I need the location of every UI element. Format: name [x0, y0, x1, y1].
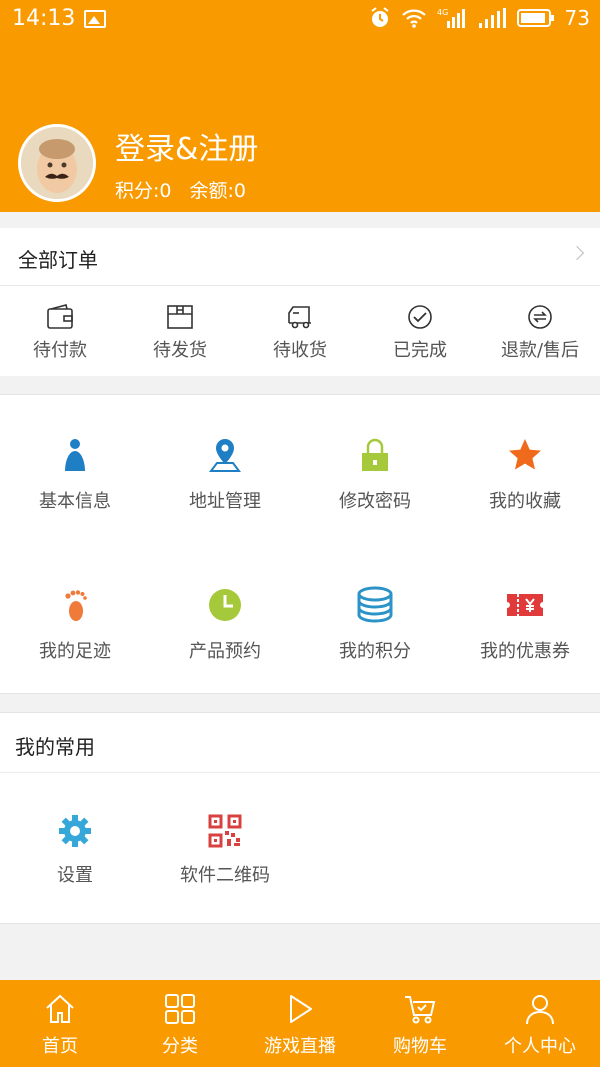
bottom-tab-bar: 首页 分类 游戏直播 购物车 个人中心: [0, 980, 600, 1067]
feature-change-password[interactable]: 修改密码: [300, 395, 450, 545]
all-orders-title: 全部订单: [18, 248, 98, 272]
order-status-label: 待付款: [33, 340, 87, 361]
feature-footprint[interactable]: 我的足迹: [0, 545, 150, 695]
feature-coupons[interactable]: 我的优惠券: [450, 545, 600, 695]
common-label: 设置: [57, 865, 93, 886]
order-status-label: 已完成: [393, 340, 447, 361]
order-pending-receipt[interactable]: 待收货: [240, 286, 360, 376]
qr-code-button[interactable]: 软件二维码: [150, 773, 300, 923]
location-pin-icon: [209, 439, 241, 472]
order-completed[interactable]: 已完成: [360, 286, 480, 376]
box-icon: [167, 305, 193, 329]
signal-icon: [478, 8, 506, 28]
tab-cart[interactable]: 购物车: [360, 980, 480, 1067]
footprint-icon: [65, 590, 87, 621]
grid-icon: [165, 994, 195, 1024]
balance-label: 余额:0: [189, 180, 247, 202]
wallet-icon: [47, 304, 73, 329]
feature-label: 我的优惠券: [480, 641, 570, 662]
feature-label: 基本信息: [39, 491, 111, 512]
tab-label: 分类: [162, 1036, 198, 1057]
wifi-icon: [401, 9, 426, 28]
tab-category[interactable]: 分类: [120, 980, 240, 1067]
star-icon: [509, 439, 541, 470]
common-section: 我的常用 设置 软件二维码: [0, 712, 600, 924]
feature-address[interactable]: 地址管理: [150, 395, 300, 545]
order-status-label: 待发货: [153, 340, 207, 361]
feature-label: 产品预约: [189, 641, 261, 662]
feature-label: 我的收藏: [489, 491, 561, 512]
cart-icon: [405, 996, 436, 1024]
chevron-right-icon: [569, 245, 585, 261]
order-pending-shipment[interactable]: 待发货: [120, 286, 240, 376]
feature-points[interactable]: 我的积分: [300, 545, 450, 695]
coupon-icon: [505, 594, 545, 616]
common-label: 软件二维码: [180, 865, 270, 886]
tab-label: 游戏直播: [264, 1036, 336, 1057]
feature-grid: 基本信息 地址管理 修改密码 我的收藏 我的足迹 产品预约 我的积分 我的优惠券: [0, 394, 600, 694]
user-icon: [526, 995, 554, 1025]
login-register-link[interactable]: 登录&注册: [115, 124, 258, 168]
order-pending-payment[interactable]: 待付款: [0, 286, 120, 376]
coin-stack-icon: [357, 586, 393, 623]
svg-text:4G: 4G: [437, 8, 448, 17]
clock-icon: [209, 589, 241, 621]
all-orders-row[interactable]: 全部订单: [0, 228, 600, 286]
truck-icon: [288, 306, 311, 329]
feature-reservation[interactable]: 产品预约: [150, 545, 300, 695]
points-label: 积分:0: [115, 180, 172, 202]
check-circle-icon: [408, 305, 432, 329]
common-title: 我的常用: [15, 735, 95, 759]
order-status-label: 退款/售后: [500, 340, 580, 361]
common-header: 我的常用: [0, 713, 600, 773]
feature-label: 我的积分: [339, 641, 411, 662]
status-time: 14:13: [12, 6, 76, 31]
padlock-icon: [362, 438, 388, 471]
tab-profile[interactable]: 个人中心: [480, 980, 600, 1067]
alarm-icon: [370, 7, 389, 27]
tab-label: 个人中心: [504, 1036, 576, 1057]
avatar[interactable]: [18, 124, 96, 202]
home-icon: [46, 994, 74, 1023]
baby-avatar-icon: [21, 127, 93, 199]
refund-icon: [528, 305, 552, 329]
qr-code-icon: [208, 814, 242, 848]
feature-basic-info[interactable]: 基本信息: [0, 395, 150, 545]
order-status-label: 待收货: [273, 340, 327, 361]
status-bar: 14:13 4G 73: [0, 0, 600, 42]
battery-icon: [516, 9, 554, 27]
play-icon: [290, 995, 312, 1023]
signal-4g-icon: 4G: [437, 8, 465, 28]
tab-label: 购物车: [393, 1036, 447, 1057]
account-summary: 积分:0 余额:0: [115, 176, 246, 203]
profile-header: 14:13 4G 73 登录&注册 积分:0 余额:0: [0, 0, 600, 212]
battery-level: 73: [564, 6, 590, 30]
feature-label: 我的足迹: [39, 641, 111, 662]
tab-home[interactable]: 首页: [0, 980, 120, 1067]
feature-favorites[interactable]: 我的收藏: [450, 395, 600, 545]
settings-button[interactable]: 设置: [0, 773, 150, 923]
feature-label: 修改密码: [339, 491, 411, 512]
orders-section: 全部订单 待付款 待发货 待收货 已完成 退款/售后: [0, 228, 600, 376]
feature-label: 地址管理: [189, 491, 261, 512]
tab-live[interactable]: 游戏直播: [240, 980, 360, 1067]
image-notification-icon: [84, 10, 106, 28]
tab-label: 首页: [42, 1036, 78, 1057]
person-icon: [65, 439, 85, 471]
order-refund[interactable]: 退款/售后: [480, 286, 600, 376]
gear-icon: [59, 815, 91, 847]
